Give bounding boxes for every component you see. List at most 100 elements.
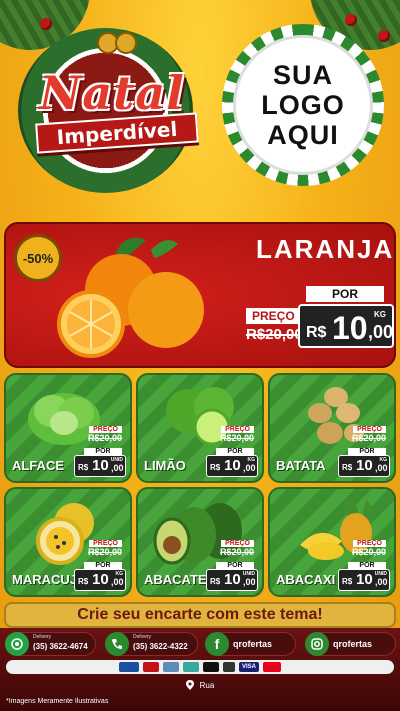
price-box: R$ 10 ,00 KG: [206, 455, 258, 477]
strikethrough: [87, 438, 122, 439]
price-cents: ,00: [243, 463, 256, 473]
old-price: R$20,00: [351, 547, 386, 557]
price-unit: KG: [374, 310, 386, 319]
flyer-page: Natal Imperdível SUA LOGO AQUI -50% LARA…: [0, 0, 400, 711]
preco-label: PREÇO: [221, 426, 254, 433]
visa-icon: VISA: [239, 662, 259, 672]
price-unit: UNID: [374, 571, 387, 577]
preco-label: PREÇO: [89, 426, 122, 433]
price-integer: 10: [356, 457, 373, 474]
product-name: LIMÃO: [144, 458, 186, 473]
whatsapp-icon: [5, 632, 29, 656]
cta-banner[interactable]: Crie seu encarte com este tema!: [4, 602, 396, 628]
header: Natal Imperdível SUA LOGO AQUI: [0, 0, 400, 215]
price-integer: 10: [224, 571, 241, 588]
price-cents: ,00: [111, 463, 124, 473]
product-card-batata: BATATA PREÇO R$20,00 POR R$ 10 ,00 KG: [268, 373, 396, 483]
preco-label: PREÇO: [89, 540, 122, 547]
location-pin-icon: [185, 680, 194, 690]
old-price: R$20,00: [351, 433, 386, 443]
price-cents: ,00: [111, 577, 124, 587]
strikethrough: [351, 552, 386, 553]
price-integer: 10: [224, 457, 241, 474]
price-unit: UNID: [242, 571, 255, 577]
payment-methods: VISA: [6, 660, 394, 674]
price-unit: KG: [379, 457, 388, 463]
pix-icon: [183, 662, 199, 672]
price-cents: ,00: [243, 577, 256, 587]
price-unit: KG: [247, 457, 256, 463]
product-card-alface: ALFACE PREÇO R$20,00 POR R$ 10 ,00 UNID: [4, 373, 132, 483]
facebook-handle: qrofertas: [233, 639, 273, 649]
product-name: BATATA: [276, 458, 326, 473]
product-card-abacaxi: ABACAXI PREÇO R$20,00 POR R$ 10 ,00 UNID: [268, 487, 396, 597]
product-name: ABACATE: [144, 572, 207, 587]
strikethrough: [219, 438, 254, 439]
por-label: POR: [216, 562, 254, 569]
por-label: POR: [306, 286, 384, 302]
strikethrough: [246, 334, 303, 336]
mastercard-icon: [263, 662, 281, 672]
payment-card-icon: [143, 662, 159, 672]
preco-label: PREÇO: [246, 308, 301, 324]
currency: R$: [210, 463, 221, 472]
facebook-icon: f: [205, 632, 229, 656]
facebook-contact[interactable]: f qrofertas: [205, 632, 296, 656]
price-box: R$ 10 ,00 UNID: [206, 569, 258, 591]
currency: R$: [306, 324, 327, 341]
instagram-handle: qrofertas: [333, 639, 373, 649]
price-cents: ,00: [375, 577, 388, 587]
address-bar: Rua: [0, 678, 400, 692]
bells-icon: [97, 32, 137, 54]
contact-phone: (35) 3622-4322: [133, 642, 188, 651]
product-name: ALFACE: [12, 458, 64, 473]
payment-card-icon: [223, 662, 235, 672]
logo-line: LOGO: [261, 90, 345, 120]
phone-contact[interactable]: Delivery (35) 3622-4322: [105, 632, 198, 656]
payment-card-icon: [119, 662, 139, 672]
price-unit: KG: [115, 571, 124, 577]
featured-product: -50% LARANJA PREÇO R$20,00 POR R$ 10 ,00: [4, 222, 396, 368]
price-box: R$ 10 ,00 KG: [338, 455, 390, 477]
price-cents: ,00: [375, 463, 388, 473]
ornament-icon: [40, 18, 52, 30]
price-integer: 10: [356, 571, 373, 588]
price-unit: UNID: [110, 457, 123, 463]
natal-title: Natal: [39, 66, 185, 120]
phone-icon: [105, 632, 129, 656]
old-price: R$20,00: [246, 326, 303, 343]
ornament-icon: [345, 14, 357, 26]
payment-card-icon: [203, 662, 219, 672]
contact-phone: (35) 3622-4674: [33, 642, 88, 651]
ornament-icon: [378, 30, 390, 42]
strikethrough: [351, 438, 386, 439]
product-card-abacate: ABACATE PREÇO R$20,00 POR R$ 10 ,00 UNID: [136, 487, 264, 597]
price-integer: 10: [92, 457, 109, 474]
preco-label: PREÇO: [221, 540, 254, 547]
currency: R$: [78, 577, 89, 586]
contact-label: Delivery: [33, 634, 52, 640]
currency: R$: [342, 463, 353, 472]
logo-line: SUA: [272, 60, 333, 90]
por-label: POR: [216, 448, 254, 455]
product-name: ABACAXI: [276, 572, 336, 587]
price-integer: 10: [92, 571, 109, 588]
product-card-maracuja: MARACUJÁ PREÇO R$20,00 POR R$ 10 ,00 KG: [4, 487, 132, 597]
currency: R$: [210, 577, 221, 586]
price-box: R$ 10 ,00 KG: [298, 304, 394, 348]
old-price: R$20,00: [219, 433, 254, 443]
product-grid: ALFACE PREÇO R$20,00 POR R$ 10 ,00 UNID …: [4, 373, 396, 599]
payment-card-icon: [163, 662, 179, 672]
whatsapp-contact[interactable]: Delivery (35) 3622-4674: [5, 632, 96, 656]
orange-icon: [57, 237, 204, 358]
ribbon-text: Imperdível: [55, 116, 179, 150]
contacts-bar: Delivery (35) 3622-4674 Delivery (35) 36…: [0, 630, 400, 658]
old-price: R$20,00: [219, 547, 254, 557]
preco-label: PREÇO: [353, 426, 386, 433]
instagram-contact[interactable]: qrofertas: [305, 632, 396, 656]
price-box: R$ 10 ,00 UNID: [74, 455, 126, 477]
por-label: POR: [348, 448, 386, 455]
disclaimer: *Imagens Meramente Ilustrativas: [6, 698, 109, 705]
featured-product-name: LARANJA: [256, 234, 395, 264]
strikethrough: [87, 552, 122, 553]
